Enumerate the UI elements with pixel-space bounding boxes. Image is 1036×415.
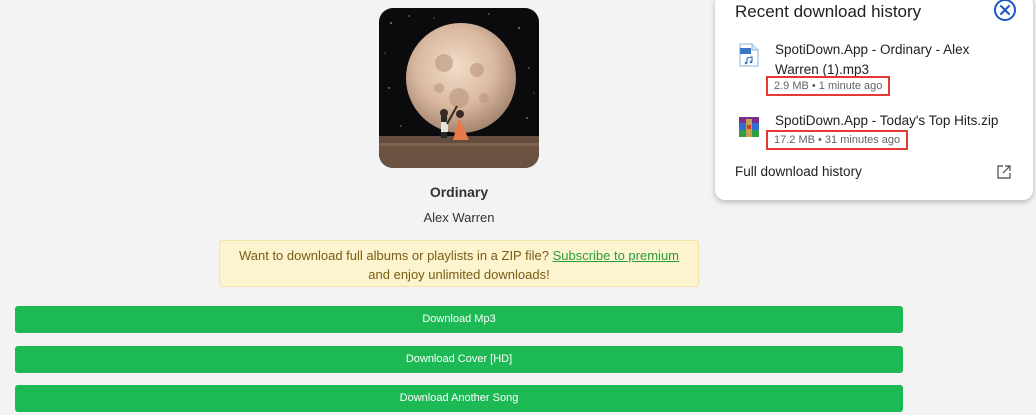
track-artist: Alex Warren xyxy=(423,210,495,225)
download-history-panel: Recent download history SpotiDown.App - … xyxy=(715,0,1033,200)
premium-promo-banner: Want to download full albums or playlist… xyxy=(219,240,699,287)
zip-archive-icon xyxy=(738,115,760,139)
history-title: Recent download history xyxy=(735,2,922,21)
full-download-history-link[interactable]: Full download history xyxy=(735,164,862,179)
download-cover-button[interactable]: Download Cover [HD] xyxy=(15,346,903,373)
subscribe-premium-link[interactable]: Subscribe to premium xyxy=(553,248,679,263)
page: Ordinary Alex Warren Want to download fu… xyxy=(0,0,1036,415)
album-cover xyxy=(379,8,539,168)
download-mp3-button[interactable]: Download Mp3 xyxy=(15,306,903,333)
history-item-meta: 2.9 MB • 1 minute ago xyxy=(766,76,891,96)
history-item-meta: 17.2 MB • 31 minutes ago xyxy=(766,130,909,150)
history-item-name[interactable]: SpotiDown.App - Ordinary - Alex Warren (… xyxy=(775,40,1015,80)
download-another-song-button[interactable]: Download Another Song xyxy=(15,385,903,412)
open-external-icon[interactable] xyxy=(996,164,1012,180)
history-item-name[interactable]: SpotiDown.App - Today's Top Hits.zip xyxy=(775,111,1015,131)
close-icon[interactable] xyxy=(993,0,1017,22)
promo-text: Want to download full albums or playlist… xyxy=(238,248,553,263)
mp3-file-icon xyxy=(738,43,760,67)
promo-text-2: and enjoy unlimited downloads! xyxy=(368,267,550,282)
